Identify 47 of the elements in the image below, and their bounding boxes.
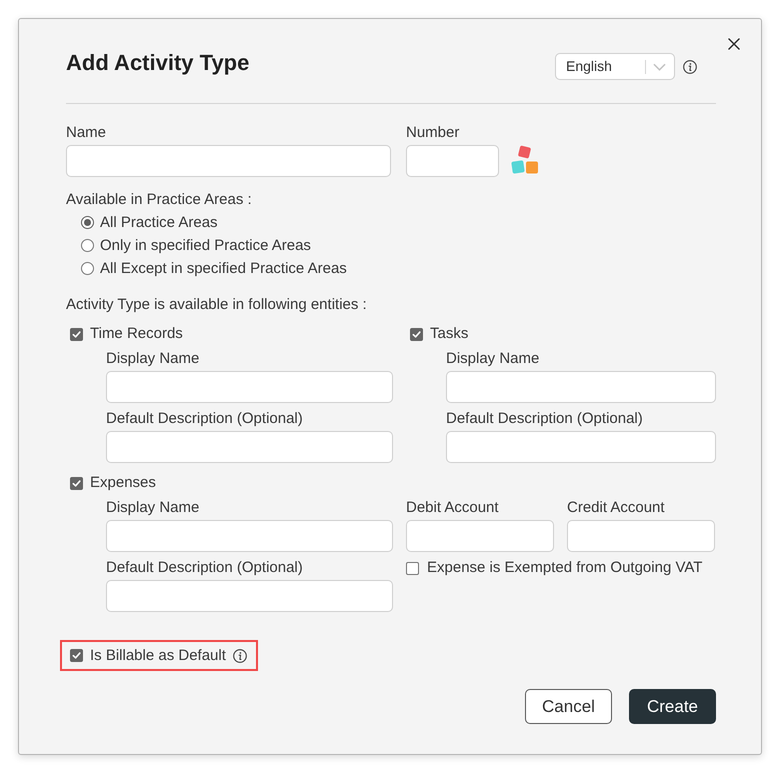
checkbox[interactable] xyxy=(70,328,83,340)
text-input[interactable] xyxy=(106,580,393,612)
checkbox-label: Is Billable as Default xyxy=(90,646,226,666)
field-label: Available in Practice Areas : xyxy=(66,190,253,210)
field-label: Display Name xyxy=(446,349,540,369)
checkbox-label: Expense is Exempted from Outgoing VAT xyxy=(427,558,702,578)
field-label: Credit Account xyxy=(567,498,666,518)
field-label: Default Description (Optional) xyxy=(106,409,304,429)
checkbox[interactable] xyxy=(410,328,423,340)
number-blocks-icon[interactable] xyxy=(510,145,540,175)
checkbox[interactable] xyxy=(70,649,83,662)
text-input[interactable] xyxy=(406,520,554,552)
radio-button[interactable] xyxy=(81,216,94,229)
close-icon[interactable] xyxy=(728,38,740,50)
checkbox[interactable] xyxy=(70,476,83,490)
field-label: Display Name xyxy=(106,349,200,369)
info-icon xyxy=(232,648,247,662)
text-input[interactable] xyxy=(406,145,499,177)
language-select[interactable]: English xyxy=(555,53,675,80)
field-label: Default Description (Optional) xyxy=(446,409,644,429)
chevron-down-icon xyxy=(653,62,666,70)
text-input[interactable] xyxy=(106,371,393,403)
radio-button[interactable] xyxy=(81,239,94,252)
text-input[interactable] xyxy=(446,431,716,463)
text-input[interactable] xyxy=(446,371,716,403)
field-label: Number xyxy=(406,123,460,143)
radio-button[interactable] xyxy=(81,262,94,275)
checkbox[interactable] xyxy=(406,562,419,574)
text-input[interactable] xyxy=(66,145,391,177)
dialog-title: Add Activity Type xyxy=(66,49,250,77)
checkbox-label: Time Records xyxy=(90,324,183,344)
text-input[interactable] xyxy=(567,520,715,552)
field-label: Display Name xyxy=(106,498,200,518)
radio-label: All Practice Areas xyxy=(100,212,218,232)
radio-label: All Except in specified Practice Areas xyxy=(100,258,347,278)
checkbox-label: Expenses xyxy=(90,473,156,493)
field-label: Activity Type is available in following entities : xyxy=(66,295,368,315)
cancel-button[interactable]: Cancel xyxy=(525,689,612,724)
field-label: Debit Account xyxy=(406,498,500,518)
field-label: Name xyxy=(66,123,108,143)
field-label: Default Description (Optional) xyxy=(106,558,304,578)
checkbox-label: Tasks xyxy=(430,324,468,344)
info-icon xyxy=(683,60,697,74)
create-button[interactable]: Create xyxy=(629,689,716,724)
text-input[interactable] xyxy=(106,431,393,463)
radio-label: Only in specified Practice Areas xyxy=(100,236,311,256)
text-input[interactable] xyxy=(106,520,393,552)
